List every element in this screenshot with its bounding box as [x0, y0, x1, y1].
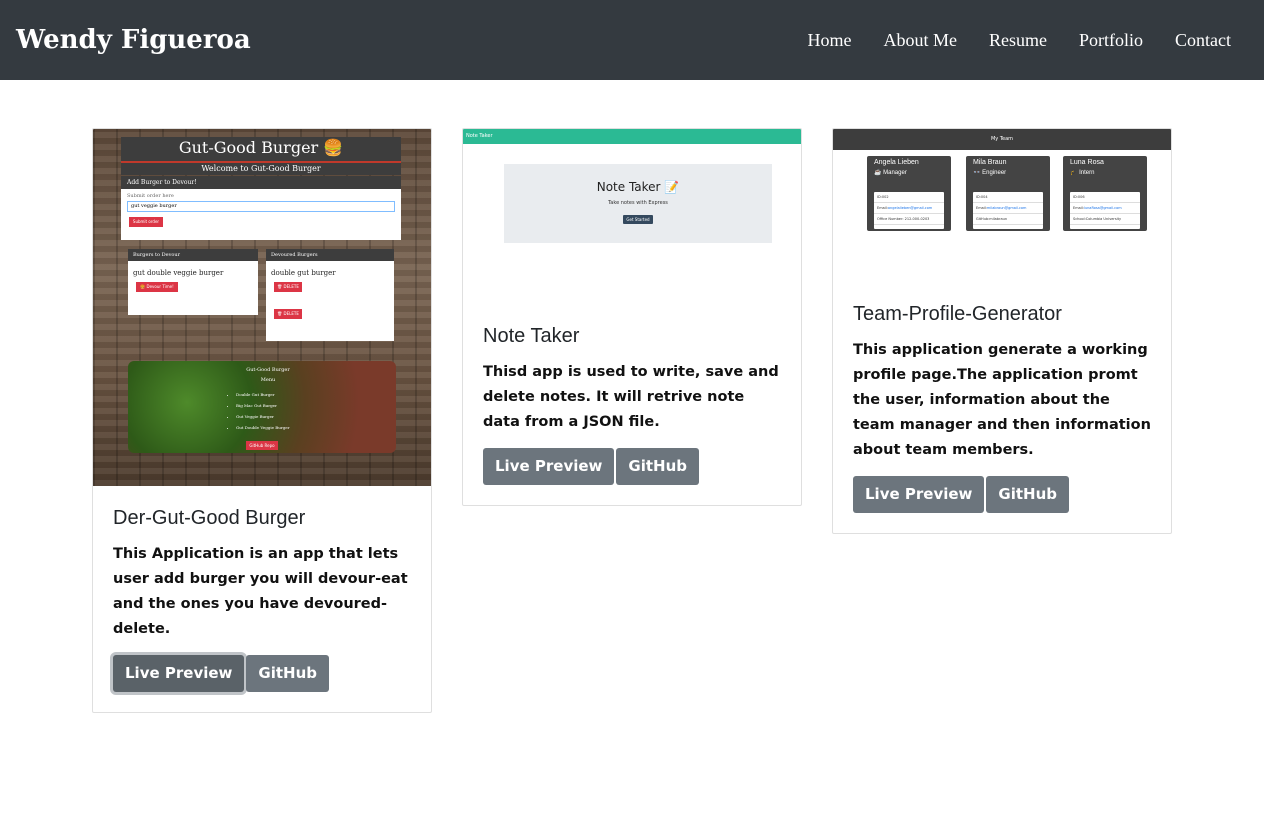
- nav-links: Home About Me Resume Portfolio Contact: [807, 28, 1231, 52]
- shot-member-name: Luna Rosa: [1070, 159, 1104, 166]
- navbar: Wendy Figueroa Home About Me Resume Port…: [0, 0, 1264, 80]
- shot-member-email-label: Email:: [976, 206, 987, 210]
- shot-member-role: 🎓 Intern: [1070, 170, 1095, 176]
- shot-devoured-title: Devoured Burgers: [266, 249, 394, 261]
- shot-get-started-button: Get Started: [623, 215, 653, 224]
- shot-delete-button: 🗑 DELETE: [274, 282, 302, 292]
- project-card-note-taker: Note Taker Note Taker 📝 Take notes with …: [462, 128, 802, 506]
- card-body: Team-Profile-Generator This application …: [833, 282, 1171, 533]
- shot-member-name: Angela Lieben: [874, 159, 919, 166]
- shot-member-card: Angela Lieben ☕ Manager ID:002 Email:ang…: [867, 156, 951, 231]
- card-title: Der-Gut-Good Burger: [113, 507, 306, 529]
- card-title: Note Taker: [483, 325, 580, 347]
- shot-member-email-label: Email:: [877, 206, 888, 210]
- shot-member-email: lunaRosa@gmail.com: [1083, 206, 1122, 210]
- shot-menu-item: Double Gut Burger: [236, 389, 290, 400]
- nav-contact[interactable]: Contact: [1175, 28, 1231, 52]
- shot-welcome: Welcome to Gut-Good Burger: [121, 161, 401, 175]
- shot-menu-sub: Menu: [260, 377, 276, 383]
- card-body: Der-Gut-Good Burger This Application is …: [93, 486, 431, 712]
- shot-devoured-item: double gut burger: [271, 269, 336, 277]
- project-screenshot-burger: Gut-Good Burger 🍔 Welcome to Gut-Good Bu…: [93, 129, 431, 486]
- shot-member-role: 👓 Engineer: [973, 170, 1007, 176]
- live-preview-button[interactable]: Live Preview: [483, 448, 615, 485]
- project-screenshot-note-taker: Note Taker Note Taker 📝 Take notes with …: [463, 129, 801, 304]
- shot-to-devour: Burgers to Devour gut double veggie burg…: [128, 249, 258, 315]
- github-button[interactable]: GitHub: [616, 448, 699, 485]
- github-button[interactable]: GitHub: [246, 655, 329, 692]
- shot-devour-button: 🍔 Devour Time!: [136, 282, 178, 292]
- shot-member-card: Mila Braun 👓 Engineer ID:004 Email:milab…: [966, 156, 1050, 231]
- card-body: Note Taker Thisd app is used to write, s…: [463, 304, 801, 505]
- card-description: Thisd app is used to write, save and del…: [483, 364, 779, 430]
- shot-member-card: Luna Rosa 🎓 Intern ID:006 Email:lunaRosa…: [1063, 156, 1147, 231]
- shot-to-devour-item: gut double veggie burger: [133, 269, 224, 277]
- project-screenshot-team-profile: My Team Angela Lieben ☕ Manager ID:002 E…: [833, 129, 1171, 282]
- shot-delete-button: 🗑 DELETE: [274, 309, 302, 319]
- shot-menu-title: Gut-Good Burger: [246, 367, 290, 373]
- shot-member-id: ID:002: [874, 192, 944, 203]
- project-card-burger: Gut-Good Burger 🍔 Welcome to Gut-Good Bu…: [92, 128, 432, 713]
- project-card-team-profile: My Team Angela Lieben ☕ Manager ID:002 E…: [832, 128, 1172, 534]
- shot-to-devour-title: Burgers to Devour: [128, 249, 258, 261]
- github-button[interactable]: GitHub: [986, 476, 1069, 513]
- shot-navbar: My Team: [833, 129, 1171, 150]
- shot-navbar: Note Taker: [463, 129, 801, 144]
- shot-submit-button: Submit order: [129, 217, 163, 227]
- shot-menu-item: Gut Double Veggie Burger: [236, 422, 290, 433]
- nav-portfolio[interactable]: Portfolio: [1079, 28, 1143, 52]
- shot-menu: Gut-Good Burger Menu Double Gut Burger B…: [128, 361, 396, 453]
- shot-member-extra: Office Number: 212-000-0203: [874, 214, 944, 225]
- shot-member-email: milabraun@gmail.com: [986, 206, 1027, 210]
- shot-member-email: angelalieben@gmail.com: [887, 206, 933, 210]
- nav-about-me[interactable]: About Me: [883, 28, 957, 52]
- shot-member-id: ID:004: [973, 192, 1043, 203]
- card-title: Team-Profile-Generator: [853, 303, 1062, 325]
- card-description: This Application is an app that lets use…: [113, 546, 408, 637]
- shot-member-email-label: Email:: [1073, 206, 1084, 210]
- shot-form: Add Burger to Devour! Submit order here …: [121, 176, 401, 240]
- shot-member-id: ID:006: [1070, 192, 1140, 203]
- shot-subheading: Take notes with Express: [608, 200, 668, 206]
- shot-member-name: Mila Braun: [973, 159, 1007, 166]
- shot-form-input: gut veggie burger: [127, 201, 395, 212]
- live-preview-button[interactable]: Live Preview: [853, 476, 985, 513]
- shot-heading: Note Taker 📝: [596, 180, 680, 194]
- shot-form-label: Submit order here: [127, 193, 174, 199]
- shot-menu-item: Gut Veggie Burger: [236, 411, 290, 422]
- shot-member-role: ☕ Manager: [874, 170, 907, 176]
- nav-resume[interactable]: Resume: [989, 28, 1047, 52]
- shot-menu-list: Double Gut Burger Big Mac Gut Burger Gut…: [228, 389, 290, 433]
- shot-form-title: Add Burger to Devour!: [121, 176, 401, 189]
- shot-jumbotron: Note Taker 📝 Take notes with Express Get…: [504, 164, 772, 243]
- shot-devoured: Devoured Burgers double gut burger 🗑 DEL…: [266, 249, 394, 341]
- shot-member-extra: GitHub:milabraun: [973, 214, 1043, 225]
- nav-home[interactable]: Home: [807, 28, 851, 52]
- shot-menu-item: Big Mac Gut Burger: [236, 400, 290, 411]
- brand-link[interactable]: Wendy Figueroa: [16, 22, 251, 58]
- card-description: This application generate a working prof…: [853, 342, 1151, 458]
- shot-heading: Gut-Good Burger 🍔: [178, 138, 344, 157]
- shot-member-extra: School:Columbia University: [1070, 214, 1140, 225]
- live-preview-button[interactable]: Live Preview: [113, 655, 245, 692]
- shot-menu-button: GitHub Repo: [246, 441, 278, 450]
